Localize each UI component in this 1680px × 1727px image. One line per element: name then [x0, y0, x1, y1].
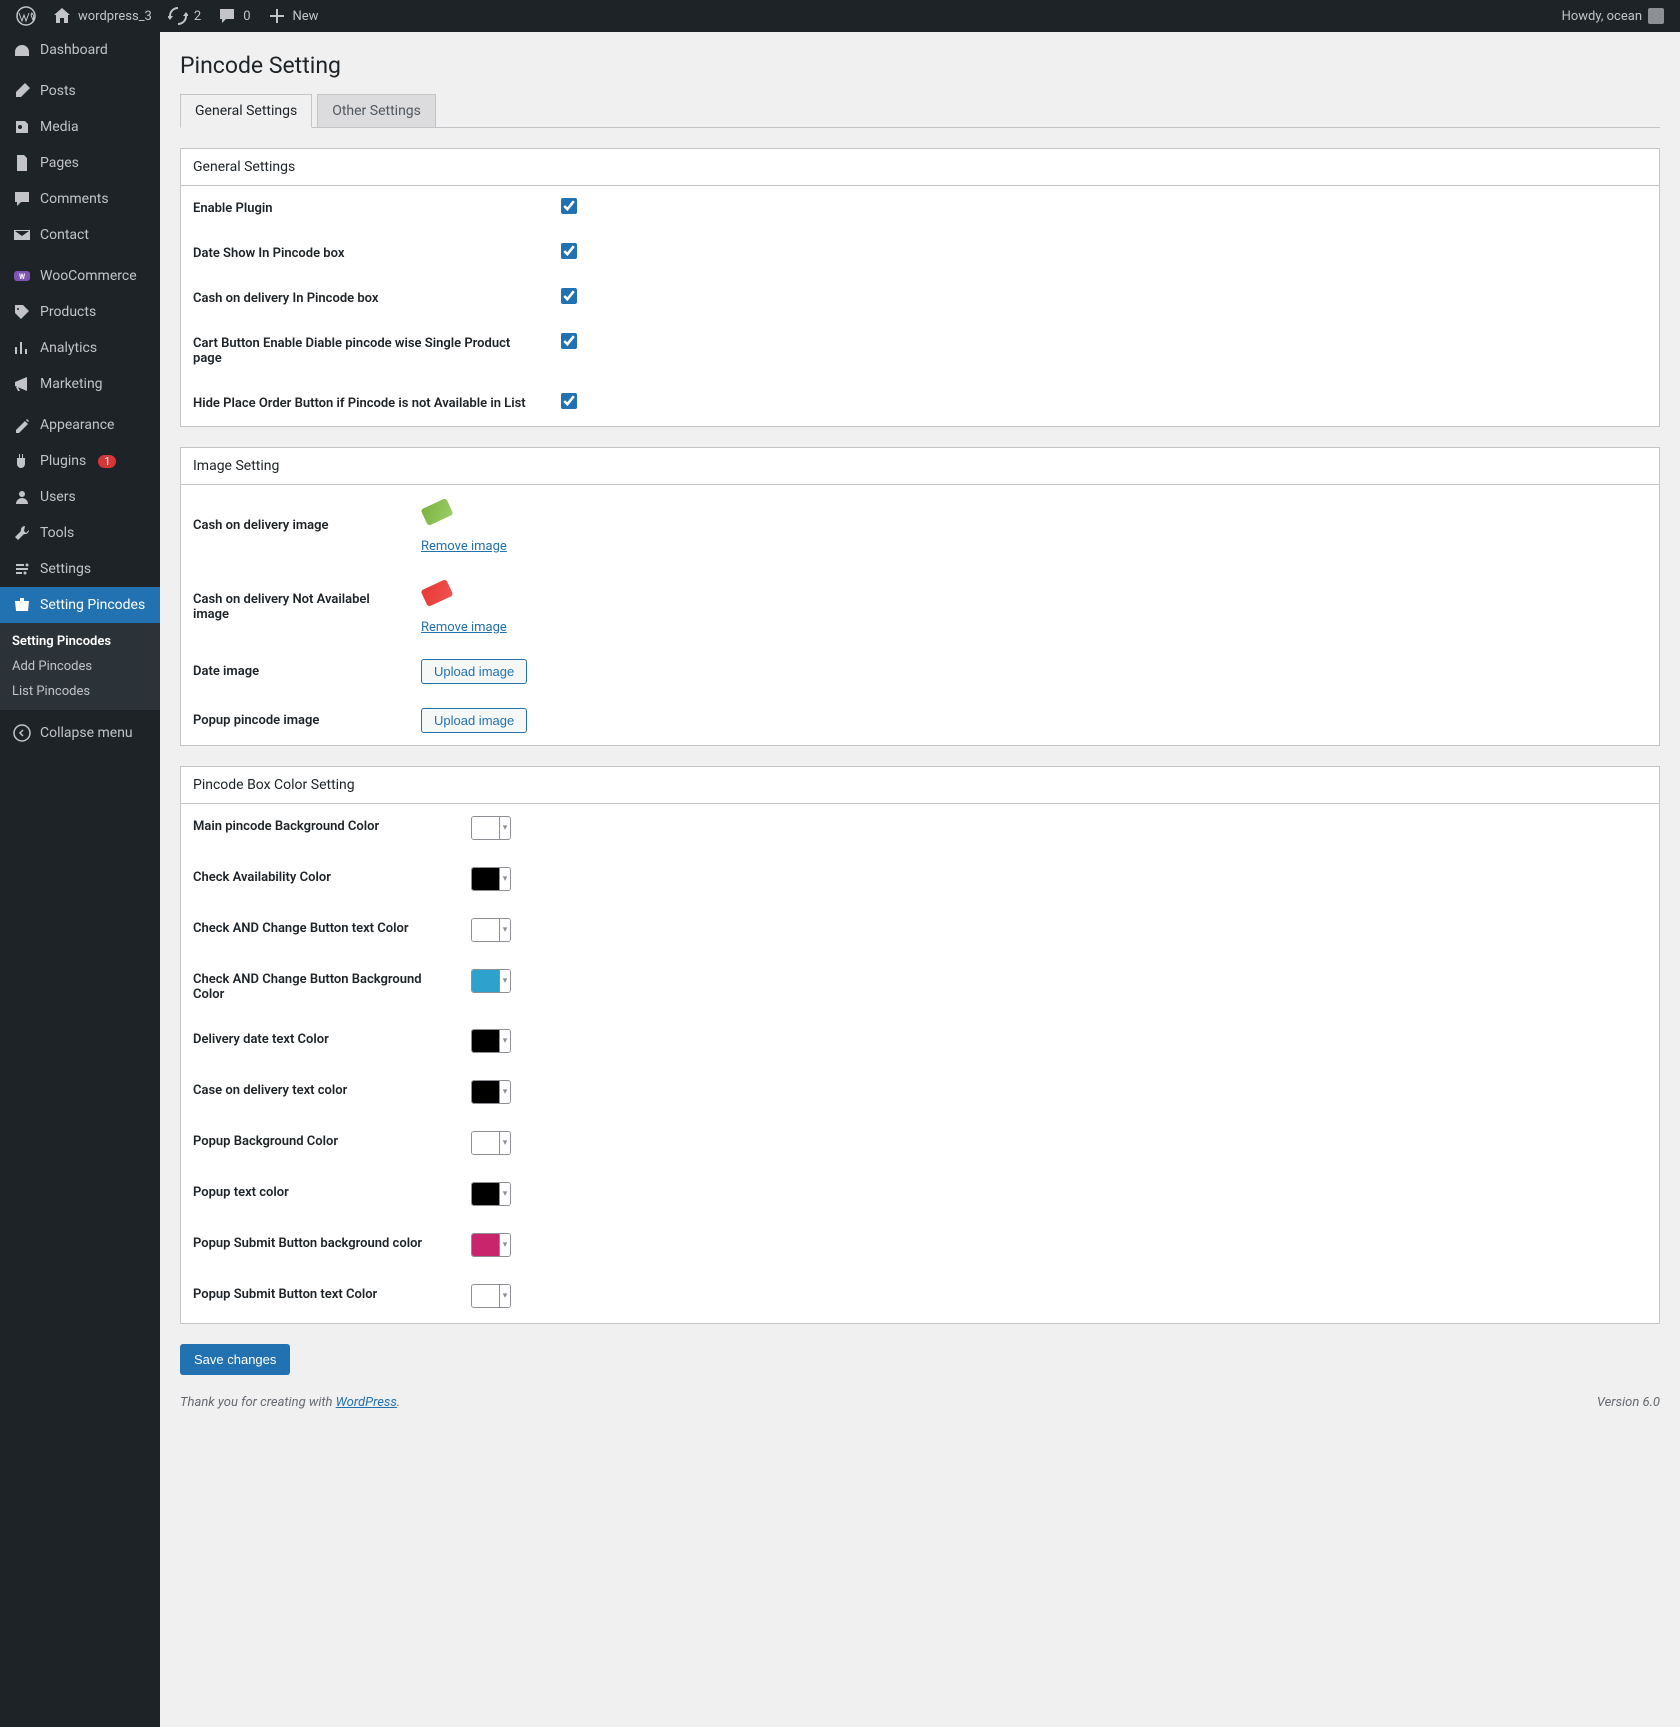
admin-sidebar: Dashboard Posts Media Pages Comments Con… [0, 32, 160, 1727]
color-check-btn-bg[interactable]: ▾ [471, 969, 511, 993]
tab-general-settings[interactable]: General Settings [180, 94, 312, 128]
footer: Thank you for creating with WordPress. V… [180, 1375, 1660, 1420]
general-settings-box: General Settings Enable Plugin Date Show… [180, 148, 1660, 427]
sidebar-item-pages[interactable]: Pages [0, 145, 160, 181]
label-date-image: Date image [181, 647, 411, 696]
label-check-avail-color: Check Availability Color [181, 855, 461, 906]
main-content: Pincode Setting General Settings Other S… [160, 32, 1680, 1727]
label-date-show: Date Show In Pincode box [181, 231, 551, 276]
color-setting-box: Pincode Box Color Setting Main pincode B… [180, 766, 1660, 1324]
sidebar-item-appearance[interactable]: Appearance [0, 407, 160, 443]
color-check-btn-text[interactable]: ▾ [471, 918, 511, 942]
sidebar-item-products[interactable]: Products [0, 294, 160, 330]
color-main-bg[interactable]: ▾ [471, 816, 511, 840]
color-cod-text[interactable]: ▾ [471, 1080, 511, 1104]
tab-other-settings[interactable]: Other Settings [317, 94, 436, 128]
general-settings-header: General Settings [181, 149, 1659, 186]
footer-thanks: Thank you for creating with [180, 1395, 336, 1410]
sidebar-item-comments[interactable]: Comments [0, 181, 160, 217]
sidebar-item-users[interactable]: Users [0, 479, 160, 515]
label-hide-order: Hide Place Order Button if Pincode is no… [181, 381, 551, 426]
cod-image-preview [421, 503, 453, 535]
sidebar-item-dashboard[interactable]: Dashboard [0, 32, 160, 68]
my-account[interactable]: Howdy, ocean [1554, 0, 1672, 32]
submenu-setting-pincodes[interactable]: Setting Pincodes [0, 629, 160, 654]
footer-version: Version 6.0 [1597, 1395, 1660, 1410]
checkbox-cart-button[interactable] [561, 333, 577, 349]
remove-cod-na-image[interactable]: Remove image [421, 620, 1649, 635]
save-changes-button[interactable]: Save changes [180, 1344, 290, 1375]
admin-bar: wordpress_3 2 0 New Howdy, ocean [0, 0, 1680, 32]
label-cod-text-color: Case on delivery text color [181, 1068, 461, 1119]
label-popup-image: Popup pincode image [181, 696, 411, 745]
sidebar-item-media[interactable]: Media [0, 109, 160, 145]
checkbox-hide-order[interactable] [561, 393, 577, 409]
sidebar-item-tools[interactable]: Tools [0, 515, 160, 551]
color-submit-bg[interactable]: ▾ [471, 1233, 511, 1257]
label-enable-plugin: Enable Plugin [181, 186, 551, 231]
image-setting-box: Image Setting Cash on delivery image Remo… [180, 447, 1660, 746]
page-title: Pincode Setting [180, 52, 1660, 79]
submenu-add-pincodes[interactable]: Add Pincodes [0, 654, 160, 679]
label-submit-bg-color: Popup Submit Button background color [181, 1221, 461, 1272]
checkbox-date-show[interactable] [561, 243, 577, 259]
avatar-icon [1648, 8, 1664, 24]
color-popup-bg[interactable]: ▾ [471, 1131, 511, 1155]
label-popup-text-color: Popup text color [181, 1170, 461, 1221]
label-delivery-date-color: Delivery date text Color [181, 1017, 461, 1068]
sidebar-item-posts[interactable]: Posts [0, 73, 160, 109]
upload-popup-image[interactable]: Upload image [421, 708, 527, 733]
cod-na-image-preview [421, 584, 453, 616]
svg-text:W: W [19, 273, 26, 281]
plugins-badge: 1 [98, 455, 116, 468]
upload-date-image[interactable]: Upload image [421, 659, 527, 684]
updates[interactable]: 2 [160, 0, 209, 32]
color-submit-text[interactable]: ▾ [471, 1284, 511, 1308]
color-popup-text[interactable]: ▾ [471, 1182, 511, 1206]
label-cart-button: Cart Button Enable Diable pincode wise S… [181, 321, 551, 381]
sidebar-item-setting-pincodes[interactable]: Setting Pincodes [0, 587, 160, 623]
label-cod-image: Cash on delivery image [181, 485, 411, 566]
collapse-menu[interactable]: Collapse menu [0, 715, 160, 751]
checkbox-enable-plugin[interactable] [561, 198, 577, 214]
site-name[interactable]: wordpress_3 [44, 0, 160, 32]
color-setting-header: Pincode Box Color Setting [181, 767, 1659, 804]
image-setting-header: Image Setting [181, 448, 1659, 485]
label-main-bg-color: Main pincode Background Color [181, 804, 461, 855]
color-delivery-date[interactable]: ▾ [471, 1029, 511, 1053]
submenu-list-pincodes[interactable]: List Pincodes [0, 679, 160, 704]
sidebar-item-woocommerce[interactable]: WWooCommerce [0, 258, 160, 294]
sidebar-item-contact[interactable]: Contact [0, 217, 160, 253]
new-content[interactable]: New [259, 0, 327, 32]
label-submit-text-color: Popup Submit Button text Color [181, 1272, 461, 1323]
label-cod-na-image: Cash on delivery Not Availabel image [181, 566, 411, 647]
sidebar-item-settings[interactable]: Settings [0, 551, 160, 587]
sidebar-item-marketing[interactable]: Marketing [0, 366, 160, 402]
checkbox-cod-box[interactable] [561, 288, 577, 304]
label-cod-box: Cash on delivery In Pincode box [181, 276, 551, 321]
comments-count[interactable]: 0 [209, 0, 258, 32]
sidebar-item-plugins[interactable]: Plugins1 [0, 443, 160, 479]
wp-logo[interactable] [8, 0, 44, 32]
footer-wp-link[interactable]: WordPress [336, 1395, 397, 1410]
sidebar-item-analytics[interactable]: Analytics [0, 330, 160, 366]
label-check-btn-text-color: Check AND Change Button text Color [181, 906, 461, 957]
label-popup-bg-color: Popup Background Color [181, 1119, 461, 1170]
label-check-btn-bg-color: Check AND Change Button Background Color [181, 957, 461, 1017]
remove-cod-image[interactable]: Remove image [421, 539, 1649, 554]
setting-pincodes-submenu: Setting Pincodes Add Pincodes List Pinco… [0, 623, 160, 710]
color-check-avail[interactable]: ▾ [471, 867, 511, 891]
nav-tabs: General Settings Other Settings [180, 94, 1660, 128]
